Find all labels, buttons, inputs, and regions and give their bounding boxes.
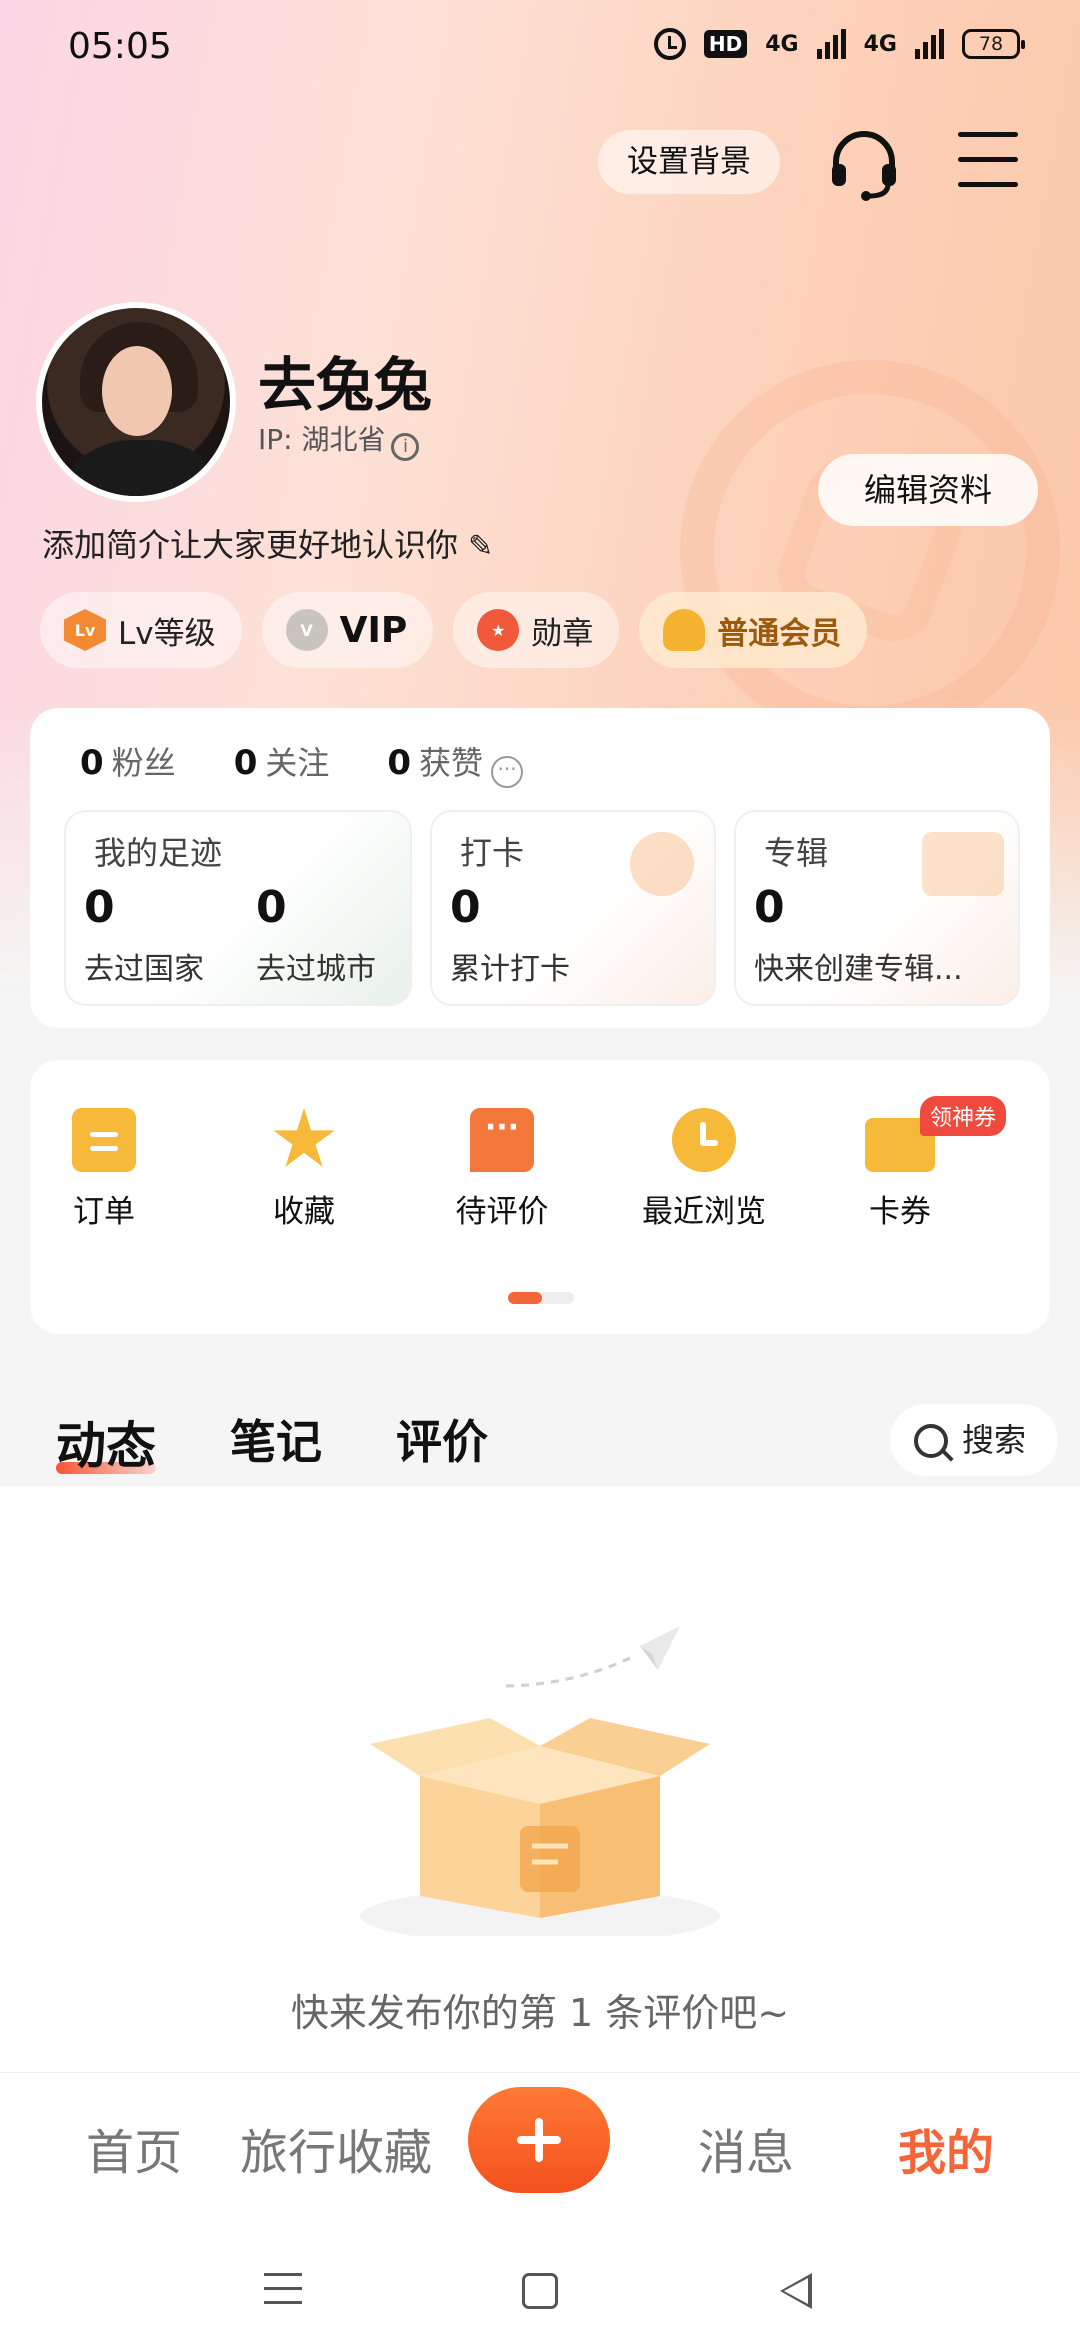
headset-icon[interactable] <box>826 126 902 202</box>
ip-location-label: IP: 湖北省 <box>258 423 386 456</box>
user-name: 去兔兔 <box>258 351 433 419</box>
clock-icon <box>672 1108 736 1172</box>
empty-box-illustration <box>360 1626 720 1936</box>
page-indicator <box>508 1292 574 1304</box>
stats-card: 0 粉丝 0 关注 0 获赞 ··· 我的足迹 0 去过国家 0 去过城市 打卡 0 累… <box>30 708 1050 1028</box>
shortcut-label: 订单 <box>73 1194 135 1230</box>
shortcut-label: 待评价 <box>455 1194 549 1230</box>
signal-icon <box>915 29 944 59</box>
tab-dynamics[interactable]: 动态 <box>56 1406 156 1478</box>
nav-home[interactable]: 首页 <box>86 2113 182 2183</box>
hd-icon: HD <box>703 30 748 58</box>
edit-pen-icon: ✎ <box>468 529 494 564</box>
more-icon[interactable]: ··· <box>491 756 524 788</box>
system-back-button[interactable] <box>780 2273 812 2309</box>
search-icon <box>914 1424 948 1458</box>
countries-label: 去过国家 <box>84 952 204 987</box>
nav-messages[interactable]: 消息 <box>698 2113 794 2183</box>
content-area: 快来发布你的第 1 条评价吧~ <box>0 1486 1080 2072</box>
bio-placeholder: 添加简介让大家更好地认识你 <box>42 526 459 564</box>
edit-profile-button[interactable]: 编辑资料 <box>818 454 1038 526</box>
menu-icon[interactable] <box>958 132 1018 192</box>
network-type-label: 4G <box>765 31 799 57</box>
empty-state-message: 快来发布你的第 1 条评价吧~ <box>290 1991 790 2035</box>
ip-location: IP: 湖北省 i <box>258 418 420 461</box>
system-home-button[interactable] <box>522 2273 558 2309</box>
shortcuts-card: 订单 收藏 ··· 待评价 最近浏览 领神券 卡券 <box>30 1060 1050 1334</box>
checkin-icon <box>630 832 694 896</box>
badges-row: Lv Lv等级 V VIP ★ 勋章 普通会员 <box>40 592 868 668</box>
info-icon[interactable]: i <box>391 433 420 461</box>
level-icon: Lv <box>64 609 106 651</box>
checkin-value: 0 <box>450 882 481 933</box>
checkin-title: 打卡 <box>460 834 525 872</box>
bottom-nav: 首页 旅行收藏 消息 我的 <box>0 2072 1080 2340</box>
signal-icon <box>816 29 846 59</box>
status-bar: 05:05 HD 4G 4G 78 <box>0 0 1080 96</box>
shortcut-orders[interactable]: 订单 <box>34 1108 174 1231</box>
medal-badge[interactable]: ★ 勋章 <box>453 592 620 668</box>
album-label: 快来创建专辑... <box>754 952 963 987</box>
shortcut-recent-browse[interactable]: 最近浏览 <box>634 1108 774 1231</box>
vip-badge[interactable]: V VIP <box>261 592 434 668</box>
star-icon <box>273 1108 335 1167</box>
cities-value: 0 <box>256 882 287 933</box>
likes-stat[interactable]: 0 获赞 ··· <box>387 738 524 788</box>
social-stats: 0 粉丝 0 关注 0 获赞 ··· <box>80 738 524 788</box>
member-badge[interactable]: 普通会员 <box>639 592 868 668</box>
status-icons: HD 4G 4G 78 <box>653 28 1025 60</box>
album-value: 0 <box>754 882 785 933</box>
tab-notes[interactable]: 笔记 <box>230 1406 322 1478</box>
vip-icon: V <box>285 609 328 651</box>
shortcut-pending-review[interactable]: ··· 待评价 <box>432 1108 572 1231</box>
content-tabs: 动态 笔记 评价 <box>56 1406 488 1478</box>
nav-mine[interactable]: 我的 <box>898 2113 994 2183</box>
bio[interactable]: 添加简介让大家更好地认识你 ✎ <box>42 520 493 566</box>
level-badge-label: Lv等级 <box>118 615 216 652</box>
folder-icon <box>922 832 1004 896</box>
fans-stat[interactable]: 0 粉丝 <box>80 738 176 788</box>
countries-value: 0 <box>84 882 115 933</box>
checkin-card[interactable]: 打卡 0 累计打卡 <box>430 810 716 1006</box>
album-title: 专辑 <box>764 834 829 872</box>
comment-icon: ··· <box>470 1108 534 1172</box>
medal-badge-label: 勋章 <box>531 615 594 652</box>
avatar[interactable] <box>36 302 236 502</box>
nav-travel-collection[interactable]: 旅行收藏 <box>240 2113 432 2183</box>
shortcut-label: 卡券 <box>869 1194 931 1230</box>
vip-badge-label: VIP <box>339 609 408 651</box>
alarm-icon <box>653 28 686 60</box>
shortcut-favorites[interactable]: 收藏 <box>234 1108 374 1231</box>
status-time: 05:05 <box>68 26 172 67</box>
system-menu-button[interactable] <box>264 2273 302 2315</box>
shortcut-coupons[interactable]: 领神券 卡券 <box>830 1096 1007 1231</box>
level-badge[interactable]: Lv Lv等级 <box>40 592 242 668</box>
member-icon <box>663 609 706 651</box>
album-card[interactable]: 专辑 0 快来创建专辑... <box>734 810 1020 1006</box>
network-type-label: 4G <box>863 31 897 57</box>
member-badge-label: 普通会员 <box>717 615 842 652</box>
footprint-card[interactable]: 我的足迹 0 去过国家 0 去过城市 <box>64 810 412 1006</box>
cities-label: 去过城市 <box>256 952 376 987</box>
post-button[interactable] <box>468 2087 610 2193</box>
order-icon <box>72 1108 136 1172</box>
search-label: 搜索 <box>962 1421 1027 1459</box>
battery-icon: 78 <box>962 29 1025 59</box>
coupon-tag: 领神券 <box>920 1096 1007 1136</box>
footprint-title: 我的足迹 <box>94 834 223 872</box>
follow-stat[interactable]: 0 关注 <box>234 738 330 788</box>
medal-icon: ★ <box>477 609 520 651</box>
shortcut-label: 收藏 <box>273 1194 335 1230</box>
search-button[interactable]: 搜索 <box>890 1404 1058 1476</box>
checkin-label: 累计打卡 <box>450 952 570 987</box>
set-background-button[interactable]: 设置背景 <box>598 130 780 194</box>
tab-reviews[interactable]: 评价 <box>396 1406 488 1478</box>
shortcut-label: 最近浏览 <box>642 1194 766 1230</box>
